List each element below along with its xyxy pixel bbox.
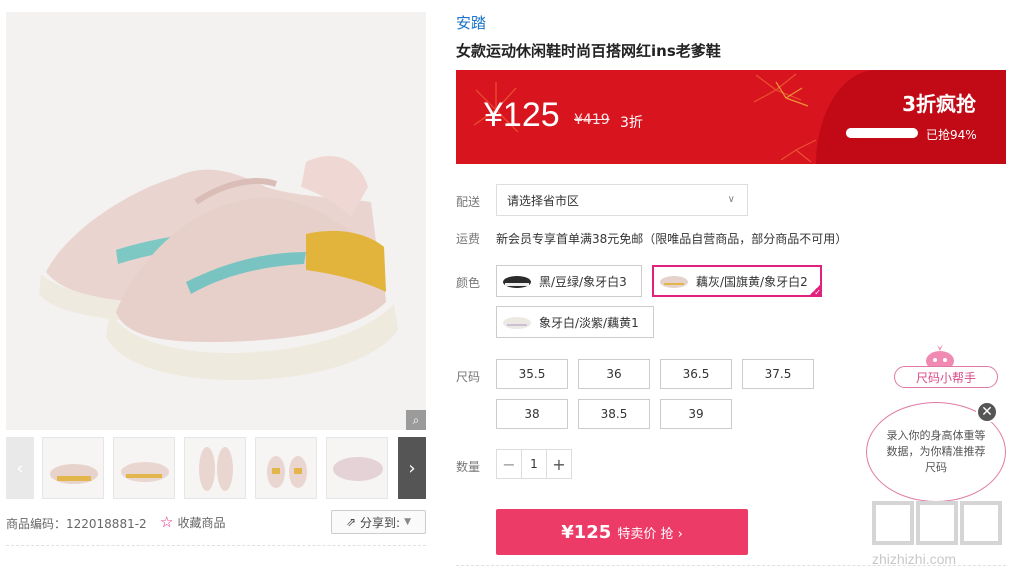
size-option[interactable]: 36 [578, 359, 650, 389]
flash-sale-panel [816, 70, 1006, 164]
original-price: ¥419 [574, 112, 610, 128]
region-placeholder: 请选择省市区 [507, 193, 580, 208]
flash-sale-title: 3折疯抢 [902, 92, 976, 116]
price-banner: ¥125 ¥419 3折 3折疯抢 已抢94% [456, 70, 1006, 164]
size-helper-tag[interactable]: 尺码小帮手 [894, 366, 998, 388]
flash-sale-progress [846, 128, 918, 138]
chevron-right-icon: › [408, 457, 416, 479]
shipping-fee-text: 新会员专享首单满38元免邮（限唯品自营商品，部分商品不可用） [496, 232, 848, 246]
product-code-label: 商品编码：122018881-2 [6, 516, 147, 531]
shipping-fee-label: 运费 [456, 232, 481, 246]
thumb-next-button[interactable]: › [398, 437, 426, 499]
brand-link[interactable]: 安踏 [456, 12, 486, 33]
quantity-value[interactable]: 1 [521, 450, 547, 478]
size-option[interactable]: 38.5 [578, 399, 650, 429]
size-option[interactable]: 35.5 [496, 359, 568, 389]
color-option-label: 黑/豆绿/象牙白3 [539, 274, 627, 289]
color-swatch-pink [660, 276, 688, 288]
color-swatch-black [503, 276, 531, 288]
quantity-label: 数量 [456, 460, 481, 474]
thumbnail-strip: ‹ › [6, 437, 426, 499]
buy-label: 特卖价 抢 › [617, 526, 683, 542]
product-title: 女款运动休闲鞋时尚百搭网红ins老爹鞋 [456, 42, 721, 60]
delivery-label: 配送 [456, 195, 481, 209]
thumbnail-1[interactable] [42, 437, 104, 499]
size-option[interactable]: 37.5 [742, 359, 814, 389]
thumb-prev-button[interactable]: ‹ [6, 437, 34, 499]
thumbnail-3[interactable] [184, 437, 246, 499]
thumbnail-2[interactable] [113, 437, 175, 499]
color-option-label: 藕灰/国旗黄/象牙白2 [696, 274, 808, 289]
quantity-stepper: − 1 + [496, 449, 572, 479]
size-option[interactable]: 38 [496, 399, 568, 429]
thumbnail-4[interactable] [255, 437, 317, 499]
flash-sale-progress-fill [846, 128, 914, 138]
current-price: ¥125 [484, 96, 560, 134]
star-icon: ☆ [160, 513, 174, 531]
color-swatch-ivory [503, 317, 531, 329]
chevron-down-icon: ∨ [727, 194, 735, 205]
selected-check-icon: ✓ [808, 283, 822, 297]
buy-button[interactable]: ¥125 特卖价 抢 › [496, 509, 748, 555]
size-helper-text: 录入你的身高体重等数据，为你精准推荐尺码 [886, 429, 986, 474]
product-main-image [6, 12, 426, 430]
close-icon[interactable]: ✕ [976, 401, 998, 423]
buy-price: ¥125 [561, 521, 612, 543]
color-option-3[interactable]: 象牙白/淡紫/藕黄1 [496, 306, 654, 338]
size-label: 尺码 [456, 370, 481, 384]
divider [6, 545, 426, 546]
size-option[interactable]: 39 [660, 399, 732, 429]
color-option-label: 象牙白/淡紫/藕黄1 [539, 315, 639, 330]
color-label: 颜色 [456, 276, 481, 290]
chevron-left-icon: ‹ [16, 457, 24, 479]
share-button[interactable]: ⇗ 分享到: ▼ [331, 510, 426, 534]
share-label: 分享到: [360, 515, 401, 530]
thumbnail-5[interactable] [326, 437, 388, 499]
quantity-decrease-button[interactable]: − [497, 450, 521, 478]
watermark-text: zhizhizhi.com [872, 551, 957, 567]
sneaker-image [6, 12, 426, 430]
zoom-icon[interactable]: ⌕ [406, 410, 426, 430]
quantity-increase-button[interactable]: + [547, 450, 571, 478]
region-select[interactable]: 请选择省市区 ∨ [496, 184, 748, 216]
color-option-1[interactable]: 黑/豆绿/象牙白3 [496, 265, 642, 297]
favorite-label: 收藏商品 [177, 515, 226, 530]
chevron-down-icon: ▼ [404, 517, 412, 527]
size-option[interactable]: 36.5 [660, 359, 732, 389]
flash-sold-label: 已抢94% [926, 128, 977, 142]
discount-label: 3折 [620, 115, 643, 131]
favorite-button[interactable]: ☆ 收藏商品 [160, 513, 225, 531]
color-option-2[interactable]: 藕灰/国旗黄/象牙白2 ✓ [652, 265, 822, 297]
share-icon: ⇗ [345, 515, 357, 529]
